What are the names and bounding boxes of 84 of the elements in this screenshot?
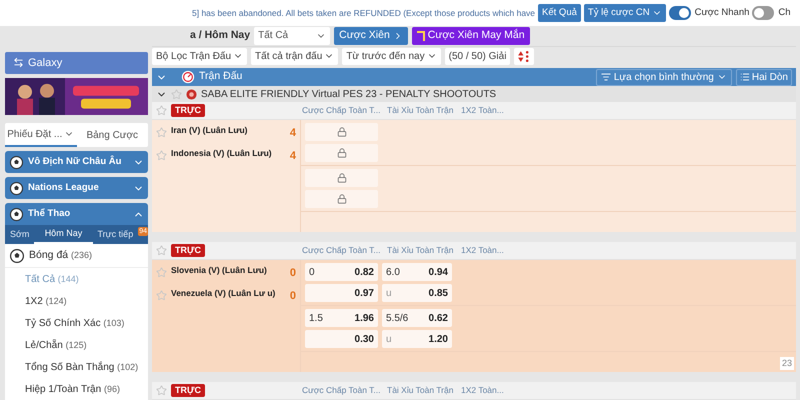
team-score: 0: [290, 266, 296, 281]
live-badge: TRỰC: [171, 384, 205, 397]
column-header: Tài Xỉu Toàn Trận: [387, 244, 454, 255]
galaxy-bar[interactable]: Galaxy: [5, 52, 148, 74]
column-header: Cược Chấp Toàn T...: [302, 104, 381, 115]
count-label: 23: [780, 356, 794, 370]
sport-tab[interactable]: Sớm: [5, 226, 34, 244]
team-score: 0: [290, 288, 296, 304]
star-icon[interactable]: [156, 267, 167, 278]
sidebar-section-header[interactable]: Thể Thao: [5, 203, 148, 225]
view-option-button[interactable]: Lựa chọn bình thường: [596, 68, 732, 86]
column-header: Tài Xỉu Toàn Trận: [387, 384, 454, 395]
bet-type-item[interactable]: Hiệp 1/Toàn Trận (96): [25, 382, 120, 396]
filter-dropdown[interactable]: Tất cả trận đấu: [251, 48, 338, 65]
team-score: 4: [290, 148, 296, 164]
bet-type-item[interactable]: Tỷ Số Chính Xác (103): [25, 316, 124, 330]
team-name: Slovenia (V) (Luân Lưu): [171, 265, 268, 276]
football-icon: [9, 248, 25, 264]
lock-icon: [336, 148, 346, 158]
toggle-label: Cược Nhanh: [694, 6, 750, 20]
odds-button[interactable]: 0 0.82: [305, 263, 378, 281]
column-header: 1X2 Toàn...: [461, 244, 504, 255]
bet-type-item[interactable]: Tổng Số Bàn Thắng (102): [25, 360, 138, 374]
odds-button[interactable]: 0.30: [305, 330, 378, 348]
parlay-button[interactable]: Cược Xiên May Mắn: [412, 26, 530, 45]
star-icon[interactable]: [171, 88, 182, 100]
market-select[interactable]: Tất Cả: [254, 26, 330, 45]
league-logo-icon: [186, 88, 197, 100]
sport-tab[interactable]: Trực tiếp: [92, 226, 138, 244]
filter-dropdown[interactable]: Bộ Lọc Trận Đấu: [152, 48, 248, 65]
section-title: Trận Đấu: [199, 69, 244, 84]
results-button[interactable]: Kết Quả: [538, 4, 581, 22]
filter-dropdown[interactable]: Từ trước đến nay: [342, 48, 441, 65]
team-name: Venezuela (V) (Luân Lư u): [171, 288, 276, 298]
football-icon: [9, 154, 24, 170]
star-icon[interactable]: [156, 127, 167, 138]
odds-type-button[interactable]: Tỷ lệ cược CN: [584, 4, 666, 22]
column-header: Cược Chấp Toàn T...: [302, 384, 381, 395]
column-header: Cược Chấp Toàn T...: [302, 244, 381, 255]
lock-icon: [336, 194, 346, 204]
lock-icon: [336, 127, 346, 137]
team-name: Iran (V) (Luân Lưu): [171, 125, 249, 136]
toggle-switch[interactable]: [752, 6, 774, 20]
filter-icon: [600, 72, 611, 82]
odds-button[interactable]: 0.97: [305, 284, 378, 302]
star-icon[interactable]: [156, 105, 167, 116]
sidebar-section-header[interactable]: Nations League: [5, 177, 148, 199]
parlay-button[interactable]: Cược Xiên: [334, 26, 408, 45]
notice-text: 5] has been abandoned. All bets taken are REFUNDED (Except those products which have: [192, 6, 536, 20]
sort-icon[interactable]: [514, 48, 534, 65]
toggle-label: Ch: [778, 6, 791, 20]
star-icon[interactable]: [156, 385, 167, 396]
star-icon[interactable]: [156, 245, 167, 256]
column-header: 1X2 Toàn...: [461, 384, 504, 395]
toggle-switch[interactable]: [668, 6, 691, 20]
bet-type-item[interactable]: Lẻ/Chẵn (125): [25, 338, 87, 352]
football-icon: [9, 180, 24, 196]
bet-type-item[interactable]: 1X2 (124): [25, 294, 67, 308]
column-header: Tài Xỉu Toàn Trận: [387, 104, 454, 115]
star-icon[interactable]: [156, 290, 167, 300]
odds-button[interactable]: u 0.85: [382, 284, 452, 302]
lock-icon: [336, 173, 346, 183]
live-badge: TRỰC: [171, 104, 205, 117]
slip-tab[interactable]: Bảng Cược: [76, 123, 148, 147]
odds-button[interactable]: 1.5 1.96: [305, 309, 378, 327]
league-title: SABA ELITE FRIENDLY Virtual PES 23 - PENALTY SHOOTOUTS: [201, 88, 496, 102]
football-icon: [9, 206, 24, 222]
odds-button[interactable]: 6.0 0.94: [382, 263, 452, 281]
galaxy-label: Galaxy: [28, 56, 62, 71]
filter-dropdown[interactable]: (50 / 50) Giải: [444, 48, 510, 65]
live-badge: TRỰC: [171, 244, 205, 257]
team-name: Indonesia (V) (Luân Lưu): [171, 148, 273, 158]
row-mode-button[interactable]: Hai Dòn: [736, 68, 792, 86]
sidebar-section-header[interactable]: Vô Địch Nữ Châu Âu: [5, 151, 148, 173]
sport-item[interactable]: Bóng đá (236): [29, 248, 92, 264]
gauge-icon: [181, 70, 195, 84]
column-header: 1X2 Toàn...: [461, 104, 504, 115]
team-score: 4: [290, 126, 296, 141]
slip-tab[interactable]: Phiếu Đặt ...: [5, 123, 76, 147]
odds-button[interactable]: u 1.20: [382, 330, 452, 348]
star-icon[interactable]: [156, 150, 167, 160]
swap-icon: [13, 57, 24, 68]
odds-button[interactable]: 5.5/6 0.62: [382, 309, 452, 327]
breadcrumb: a / Hôm Nay: [190, 28, 250, 44]
